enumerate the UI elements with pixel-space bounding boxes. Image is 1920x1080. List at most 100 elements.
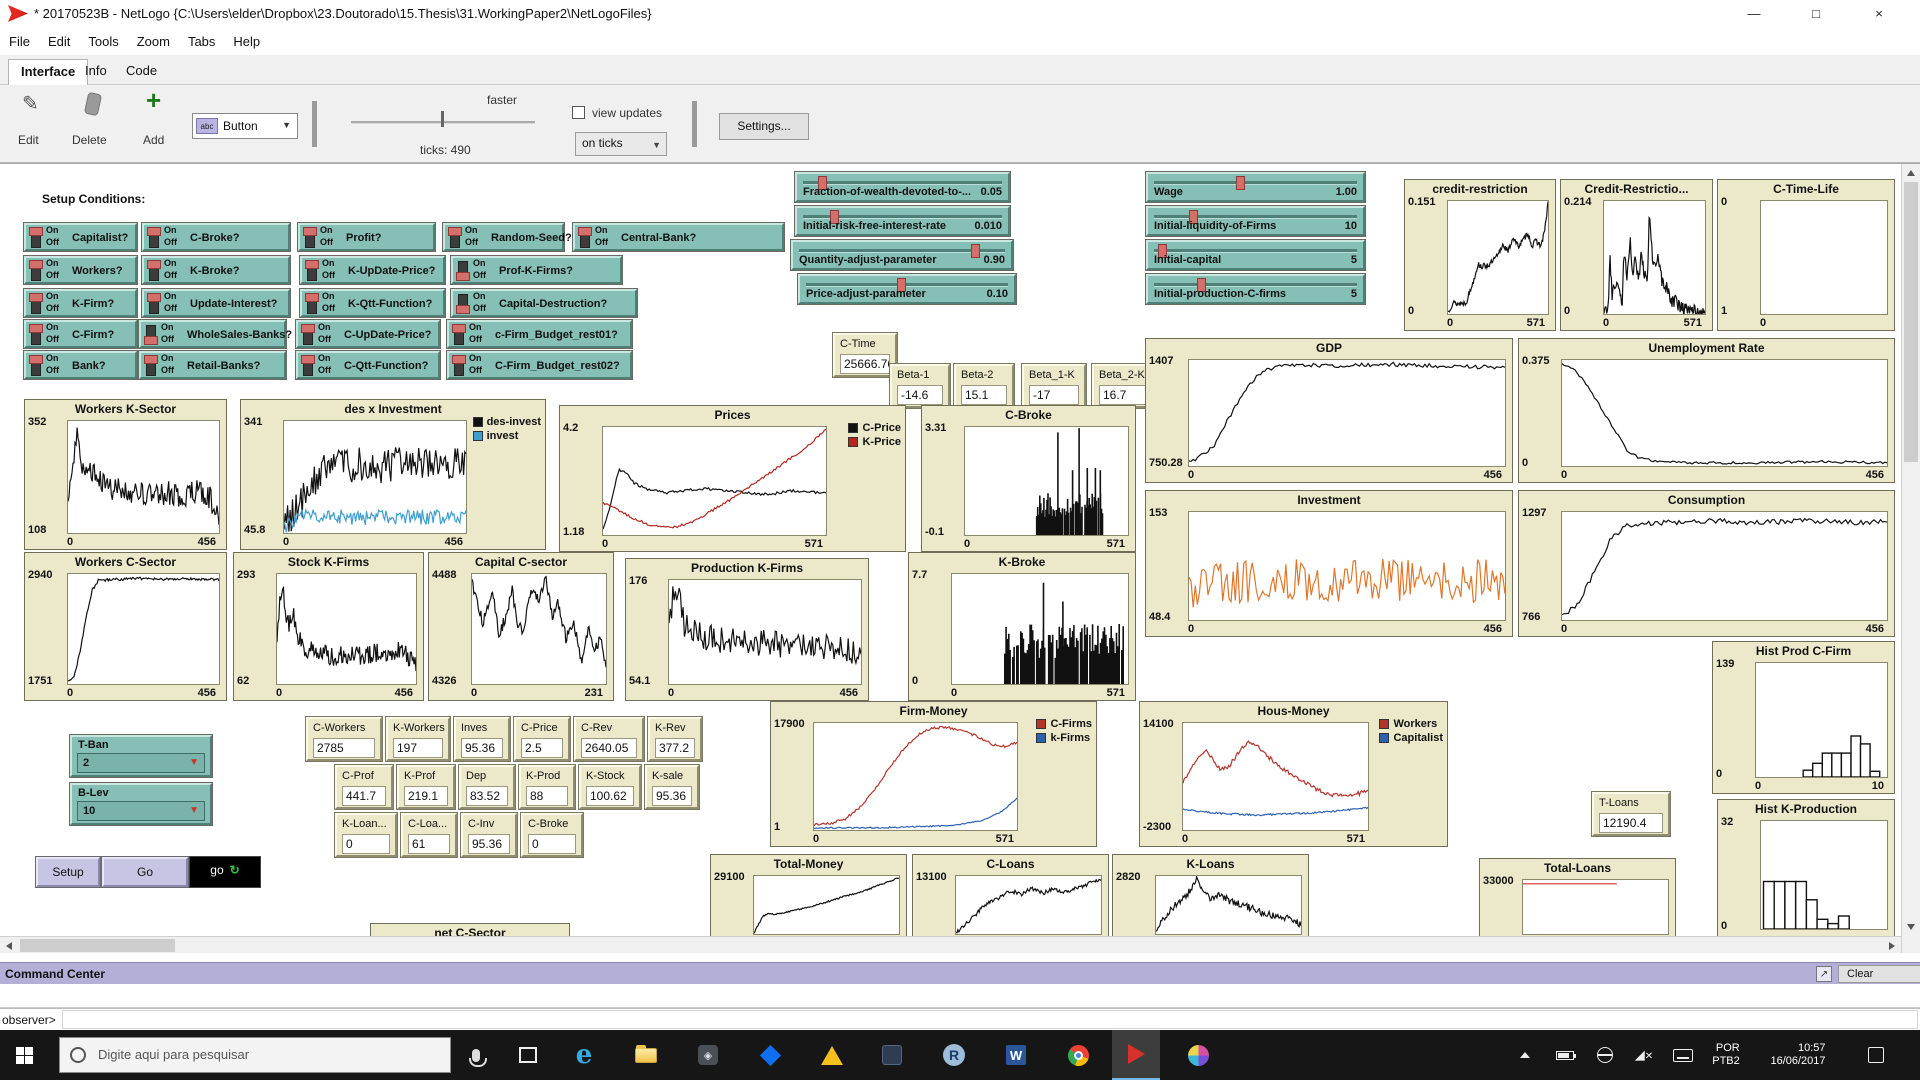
switch-knob[interactable] (303, 227, 317, 236)
switch-capital-destruction[interactable]: On Off Capital-Destruction? (451, 289, 637, 317)
switch-prof-k-firms[interactable]: On Off Prof-K-Firms? (451, 256, 622, 284)
switch-random-seed[interactable]: On Off Random-Seed? (443, 223, 572, 251)
scroll-left-icon[interactable] (6, 942, 12, 950)
switch-knob[interactable] (301, 355, 315, 364)
switch-knob[interactable] (29, 293, 43, 302)
tab-code[interactable]: Code (114, 59, 169, 85)
menu-item-file[interactable]: File (0, 30, 39, 53)
maximize-button[interactable]: □ (1793, 0, 1839, 28)
command-center-expand-icon[interactable]: ↗ (1816, 966, 1832, 982)
touch-keyboard-icon[interactable] (1664, 1030, 1702, 1080)
r-icon[interactable]: R (930, 1030, 978, 1080)
netlogo-taskbar-icon[interactable] (1112, 1030, 1160, 1080)
switch-c-update-price[interactable]: On Off C-UpDate-Price? (296, 320, 440, 348)
switch-update-interest[interactable]: On Off Update-Interest? (142, 289, 290, 317)
switch-bank[interactable]: On Off Bank? (24, 351, 137, 379)
switch-knob[interactable] (29, 260, 43, 269)
switch-knob[interactable] (147, 260, 161, 269)
switch-capitalist[interactable]: On Off Capitalist? (24, 223, 137, 251)
scroll-up-icon[interactable] (1907, 170, 1915, 176)
network-icon[interactable] (1588, 1030, 1622, 1080)
menu-item-tabs[interactable]: Tabs (179, 30, 224, 53)
button-go-forever[interactable]: go ↻ (190, 857, 260, 887)
menu-item-help[interactable]: Help (224, 30, 269, 53)
slider-handle[interactable] (971, 244, 981, 258)
dropbox-icon[interactable] (746, 1030, 794, 1080)
switch-knob[interactable] (448, 227, 462, 236)
switch-k-broke[interactable]: On Off K-Broke? (142, 256, 290, 284)
switch-k-firm[interactable]: On Off K-Firm? (24, 289, 137, 317)
scroll-down-icon[interactable] (1907, 924, 1915, 930)
vertical-scroll-thumb[interactable] (1904, 182, 1918, 462)
edge-icon[interactable]: e (560, 1030, 608, 1080)
switch-k-update-price[interactable]: On Off K-UpDate-Price? (300, 256, 445, 284)
switch-wholesales-banks[interactable]: On Off WholeSales-Banks? (139, 320, 292, 348)
vertical-scrollbar[interactable] (1901, 164, 1920, 953)
add-tool-label[interactable]: Add (143, 133, 164, 147)
switch-knob[interactable] (147, 293, 161, 302)
slider-initial-risk-free-interest-rate[interactable]: Initial-risk-free-interest-rate 0.010 (795, 206, 1010, 236)
button-go[interactable]: Go (102, 857, 188, 887)
close-button[interactable]: × (1856, 0, 1902, 28)
switch-knob[interactable] (456, 272, 470, 281)
button-setup[interactable]: Setup (36, 857, 100, 887)
switch-knob[interactable] (305, 260, 319, 269)
clock[interactable]: 10:57 16/06/2017 (1752, 1030, 1844, 1080)
horizontal-scrollbar[interactable] (0, 936, 1901, 953)
widget-type-dropdown[interactable]: abc Button ▼ (192, 113, 298, 139)
slider-quantity-adjust-parameter[interactable]: Quantity-adjust-parameter 0.90 (791, 240, 1013, 270)
delete-tool-label[interactable]: Delete (72, 133, 107, 147)
switch-profit[interactable]: On Off Profit? (298, 223, 435, 251)
delete-eraser-icon[interactable] (83, 91, 103, 117)
switch-knob[interactable] (144, 336, 158, 345)
app-icon-dark[interactable] (868, 1030, 916, 1080)
switch-c-qtt-function[interactable]: On Off C-Qtt-Function? (296, 351, 440, 379)
language-indicator[interactable]: POR PTB2 (1702, 1030, 1750, 1080)
view-updates-checkbox[interactable] (572, 106, 585, 119)
app-icon-gray[interactable]: ◈ (684, 1030, 732, 1080)
chooser-value-box[interactable]: 10 ▼ (77, 801, 205, 821)
command-center-clear-button[interactable]: Clear (1838, 965, 1920, 983)
minimize-button[interactable]: — (1731, 0, 1777, 28)
settings-button[interactable]: Settings... (719, 113, 809, 140)
battery-icon[interactable] (1548, 1030, 1582, 1080)
switch-c-firm-budget-rest01[interactable]: On Off c-Firm_Budget_rest01? (447, 320, 632, 348)
tray-chevron-up-icon[interactable] (1508, 1030, 1542, 1080)
switch-knob[interactable] (578, 227, 592, 236)
slider-initial-capital[interactable]: Initial-capital 5 (1146, 240, 1365, 270)
switch-knob[interactable] (29, 355, 43, 364)
scroll-right-icon[interactable] (1889, 942, 1895, 950)
switch-knob[interactable] (29, 324, 43, 333)
task-view-icon[interactable] (504, 1030, 552, 1080)
chooser-b-lev[interactable]: B-Lev 10 ▼ (70, 783, 212, 825)
slider-initial-liquidity-of-firms[interactable]: Initial-liquidity-of-Firms 10 (1146, 206, 1365, 236)
word-icon[interactable]: W (992, 1030, 1040, 1080)
edit-tool-label[interactable]: Edit (18, 133, 39, 147)
switch-c-broke[interactable]: On Off C-Broke? (142, 223, 290, 251)
chooser-t-ban[interactable]: T-Ban 2 ▼ (70, 735, 212, 777)
slider-fraction-of-wealth[interactable]: Fraction-of-wealth-devoted-to-... 0.05 (795, 172, 1010, 202)
edit-pencil-icon[interactable]: ✎ (22, 91, 39, 116)
command-input[interactable] (62, 1010, 1918, 1029)
menu-item-zoom[interactable]: Zoom (128, 30, 179, 53)
tab-info[interactable]: Info (73, 59, 119, 85)
add-plus-icon[interactable]: + (146, 85, 161, 116)
menu-item-tools[interactable]: Tools (79, 30, 127, 53)
switch-knob[interactable] (456, 305, 470, 314)
switch-knob[interactable] (452, 324, 466, 333)
microphone-icon[interactable] (452, 1030, 500, 1080)
switch-workers[interactable]: On Off Workers? (24, 256, 137, 284)
chooser-value-box[interactable]: 2 ▼ (77, 753, 205, 773)
update-mode-dropdown[interactable]: on ticks ▼ (575, 132, 667, 156)
slider-price-adjust-parameter[interactable]: Price-adjust-parameter 0.10 (798, 274, 1016, 304)
speed-slider-thumb[interactable] (441, 111, 444, 127)
switch-knob[interactable] (144, 355, 158, 364)
switch-central-bank[interactable]: On Off Central-Bank? (573, 223, 784, 251)
slider-handle[interactable] (1235, 176, 1245, 190)
app-icon-yellow[interactable] (808, 1030, 856, 1080)
switch-knob[interactable] (29, 227, 43, 236)
switch-knob[interactable] (301, 324, 315, 333)
taskbar-search-box[interactable]: Digite aqui para pesquisar (59, 1037, 451, 1073)
switch-knob[interactable] (452, 355, 466, 364)
start-button[interactable] (0, 1030, 48, 1080)
